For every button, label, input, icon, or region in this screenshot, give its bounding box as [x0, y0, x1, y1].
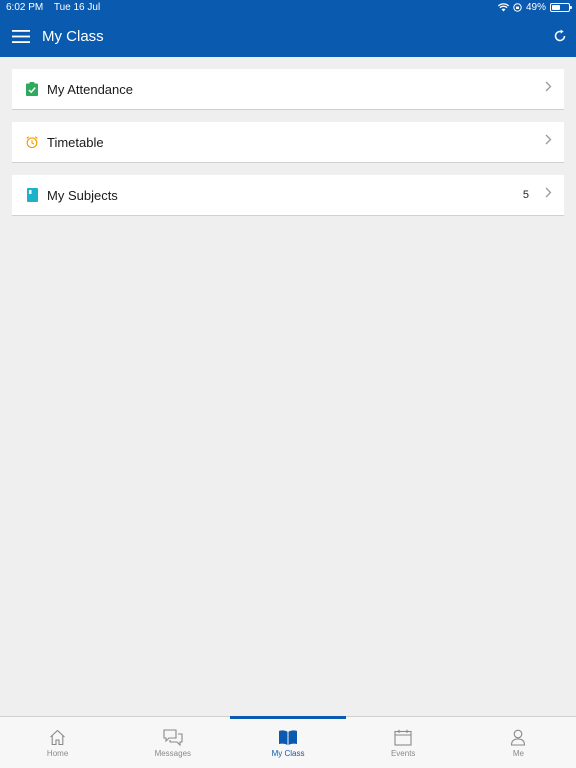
tab-me-label: Me	[512, 749, 524, 758]
status-right: 49%	[497, 2, 572, 13]
menu-button[interactable]	[0, 15, 42, 57]
battery-percent: 49%	[525, 2, 546, 13]
tab-messages[interactable]: Messages	[115, 717, 230, 768]
attendance-clipboard-icon	[26, 82, 38, 96]
tab-events[interactable]: Events	[346, 717, 461, 768]
attendance-item[interactable]: My Attendance	[12, 69, 564, 110]
refresh-icon	[554, 29, 566, 42]
subjects-label: My Subjects	[47, 187, 118, 203]
messages-icon	[163, 729, 183, 746]
tab-messages-label: Messages	[154, 749, 192, 758]
wifi-icon	[497, 3, 509, 12]
subjects-count-badge: 5	[522, 189, 529, 201]
rotation-lock-icon	[513, 3, 522, 12]
timetable-item[interactable]: Timetable	[12, 122, 564, 163]
chevron-right-icon	[545, 187, 552, 198]
tab-home[interactable]: Home	[0, 717, 115, 768]
open-book-icon	[279, 730, 297, 745]
chevron-right-icon	[545, 81, 552, 92]
attendance-label: My Attendance	[47, 81, 133, 97]
person-icon	[511, 729, 526, 746]
tab-me[interactable]: Me	[461, 717, 576, 768]
chevron-right-icon	[545, 134, 552, 145]
calendar-icon	[394, 729, 412, 746]
tab-my-class[interactable]: My Class	[230, 716, 346, 768]
status-bar: 6:02 PM Tue 16 Jul 49%	[0, 0, 576, 15]
refresh-button[interactable]	[548, 24, 572, 48]
subjects-item[interactable]: My Subjects 5	[12, 175, 564, 216]
alarm-clock-icon	[26, 135, 38, 149]
tab-events-label: Events	[390, 749, 416, 758]
status-date: Tue 16 Jul	[53, 2, 101, 13]
book-icon	[26, 188, 38, 202]
nav-bar: My Class	[0, 15, 576, 57]
status-time: 6:02 PM	[6, 2, 44, 13]
tab-my-class-label: My Class	[271, 749, 305, 758]
hamburger-menu-icon	[12, 29, 30, 43]
battery-fill	[552, 5, 560, 10]
battery-icon	[550, 3, 572, 12]
tab-bar: Home Messages My Class Events Me	[0, 716, 576, 768]
timetable-label: Timetable	[47, 134, 104, 150]
tab-home-label: Home	[46, 749, 69, 758]
page-title: My Class	[42, 27, 104, 45]
status-left: 6:02 PM Tue 16 Jul	[6, 2, 108, 13]
home-icon	[50, 729, 65, 746]
menu-list: My Attendance Timetable My Subjects 5	[12, 69, 564, 228]
